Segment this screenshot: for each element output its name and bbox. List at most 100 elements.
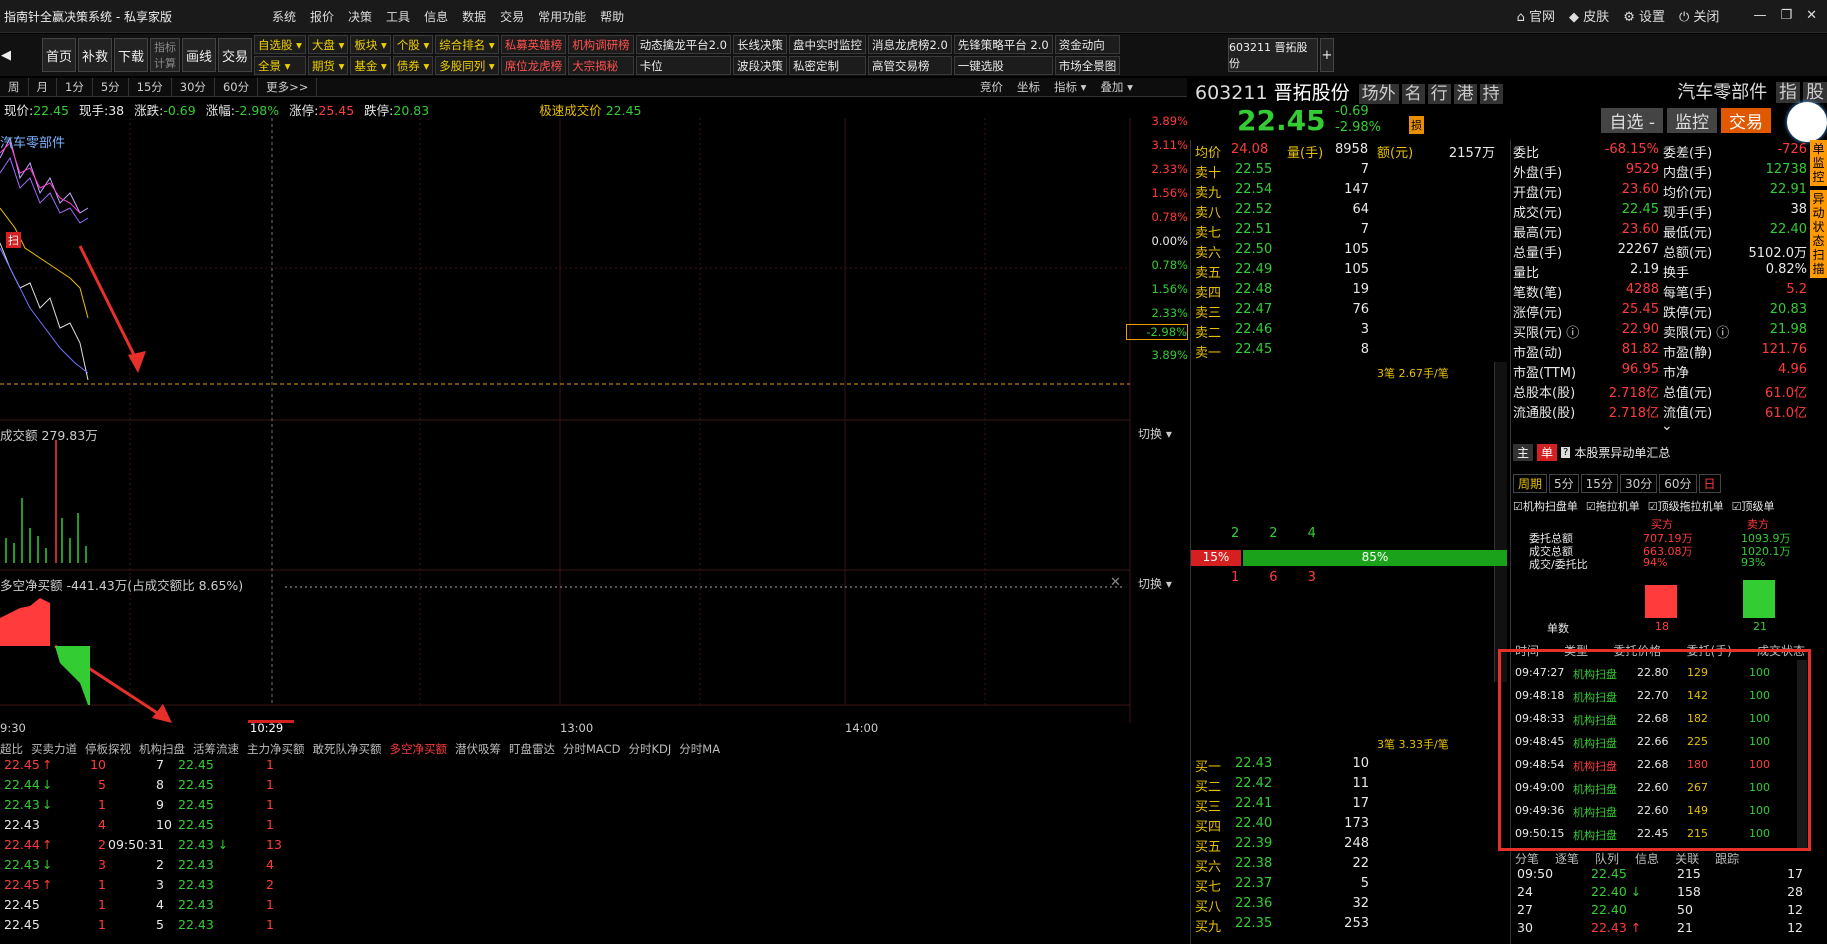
period-0[interactable]: 周 — [0, 78, 29, 96]
menu-item-6[interactable]: 交易 — [500, 8, 524, 25]
trade-button[interactable]: 交易 — [218, 38, 252, 72]
indicator-tab-4[interactable]: 活筹流速 — [193, 741, 239, 757]
indicator-tab-10[interactable]: 分时MACD — [563, 741, 620, 757]
toolbar-bottom-5[interactable]: 席位龙虎榜 — [500, 56, 567, 75]
checkbox-icon[interactable]: ☑ — [1648, 500, 1658, 513]
menu-item-5[interactable]: 数据 — [462, 8, 486, 25]
filter-check-1[interactable]: ☑拖拉机单 — [1586, 498, 1640, 514]
settings-button[interactable]: ⚙ 设置 — [1623, 6, 1665, 25]
indicator-tab-9[interactable]: 盯盘雷达 — [509, 741, 555, 757]
indicator-tab-0[interactable]: 超比 — [0, 741, 23, 757]
menu-item-2[interactable]: 决策 — [348, 8, 372, 25]
indicator-tab-3[interactable]: 机构扫盘 — [139, 741, 185, 757]
checkbox-icon[interactable]: ☑ — [1586, 500, 1596, 513]
indicator-tab-7[interactable]: 多空净买额 — [390, 741, 448, 757]
indicator-tab-2[interactable]: 停板探视 — [85, 741, 131, 757]
tick-tab-3[interactable]: 信息 — [1635, 850, 1659, 867]
toolbar-bottom-9[interactable]: 私密定制 — [788, 56, 866, 75]
indicator-tab-11[interactable]: 分时KDJ — [628, 741, 671, 757]
chart-option-1[interactable]: 坐标 — [1017, 78, 1040, 96]
anomaly-period-2[interactable]: 15分 — [1580, 474, 1618, 493]
indicator-tab-6[interactable]: 敢死队净买额 — [313, 741, 382, 757]
checkbox-icon[interactable]: ☑ — [1732, 500, 1742, 513]
period-6[interactable]: 60分 — [215, 78, 259, 96]
remedy-button[interactable]: 补救 — [78, 38, 112, 72]
anomaly-period-5[interactable]: 日 — [1698, 474, 1721, 493]
toolbar-top-7[interactable]: 动态擒龙平台2.0 — [635, 35, 731, 54]
trade-action-button[interactable]: 交易 — [1721, 108, 1771, 133]
filter-check-2[interactable]: ☑顶级拖拉机单 — [1648, 498, 1724, 514]
home-button[interactable]: 首页 — [42, 38, 76, 72]
anomaly-period-4[interactable]: 60分 — [1659, 474, 1697, 493]
toolbar-top-6[interactable]: 机构调研榜 — [568, 35, 634, 54]
menu-item-8[interactable]: 帮助 — [600, 8, 624, 25]
orderbook-scrollbar[interactable] — [1494, 362, 1507, 682]
stock-tag-1[interactable]: 名 — [1401, 84, 1425, 104]
toolbar-bottom-2[interactable]: 基金 ▾ — [350, 56, 391, 75]
chart-option-2[interactable]: 指标 ▾ — [1054, 78, 1086, 96]
minimize-icon[interactable]: — — [1753, 8, 1766, 23]
period-7[interactable]: 更多>> — [258, 78, 318, 96]
close-app-button[interactable]: ⏻ 关闭 — [1679, 6, 1719, 25]
tick-tab-5[interactable]: 跟踪 — [1715, 850, 1739, 867]
toolbar-top-0[interactable]: 自选股 ▾ — [254, 35, 306, 54]
monitor-button[interactable]: 监控 — [1667, 108, 1717, 133]
toolbar-top-1[interactable]: 大盘 ▾ — [307, 35, 349, 54]
toolbar-bottom-0[interactable]: 全景 ▾ — [254, 56, 306, 75]
tab-single[interactable]: 单 — [1537, 444, 1558, 461]
tick-tab-1[interactable]: 逐笔 — [1555, 850, 1579, 867]
chart-option-3[interactable]: 叠加 ▾ — [1100, 78, 1132, 96]
stock-tab[interactable]: 603211 晋拓股份 — [1228, 38, 1318, 72]
toolbar-top-11[interactable]: 先锋策略平台 2.0 — [953, 35, 1053, 54]
period-3[interactable]: 5分 — [93, 78, 129, 96]
toolbar-top-12[interactable]: 资金动向 — [1054, 35, 1121, 54]
toolbar-top-10[interactable]: 消息龙虎榜2.0 — [867, 35, 952, 54]
side-tab-0[interactable]: 单 监 控 — [1810, 140, 1827, 186]
tab-main[interactable]: 主 — [1513, 444, 1534, 461]
prev-arrow-icon[interactable]: ◀ — [0, 38, 12, 72]
toolbar-bottom-1[interactable]: 期货 ▾ — [307, 56, 349, 75]
period-1[interactable]: 月 — [29, 78, 57, 96]
indicator-calc-button[interactable]: 指标 计算 — [150, 38, 180, 72]
toolbar-bottom-6[interactable]: 大宗揭秘 — [568, 56, 634, 75]
skin-button[interactable]: ◆ 皮肤 — [1569, 6, 1609, 25]
restore-icon[interactable]: ❐ — [1780, 8, 1792, 23]
sector-tag-1[interactable]: 股 — [1803, 82, 1827, 103]
menu-item-4[interactable]: 信息 — [424, 8, 448, 25]
side-tab-1[interactable]: 异 动 状 态 扫 描 — [1810, 190, 1827, 278]
toolbar-top-9[interactable]: 盘中实时监控 — [788, 35, 866, 54]
anomaly-period-3[interactable]: 30分 — [1619, 474, 1658, 493]
checkbox-icon[interactable]: ☑ — [1513, 500, 1523, 513]
stock-tag-4[interactable]: 持 — [1479, 84, 1503, 104]
toolbar-bottom-3[interactable]: 债券 ▾ — [392, 56, 434, 75]
tick-tab-2[interactable]: 队列 — [1595, 850, 1619, 867]
toolbar-top-3[interactable]: 个股 ▾ — [392, 35, 434, 54]
period-2[interactable]: 1分 — [57, 78, 93, 96]
period-4[interactable]: 15分 — [129, 78, 172, 96]
menu-item-3[interactable]: 工具 — [386, 8, 410, 25]
menu-item-1[interactable]: 报价 — [310, 8, 334, 25]
anomaly-period-1[interactable]: 5分 — [1549, 474, 1579, 493]
toolbar-top-4[interactable]: 综合排名 ▾ — [435, 35, 499, 54]
add-tab-icon[interactable]: + — [1320, 38, 1334, 72]
anomaly-period-0[interactable]: 周期 — [1513, 474, 1548, 493]
expand-icon[interactable]: ⌄ — [1661, 418, 1673, 434]
toolbar-top-5[interactable]: 私募英雄榜 — [500, 35, 567, 54]
chart-option-0[interactable]: 竞价 — [980, 78, 1003, 96]
toolbar-top-8[interactable]: 长线决策 — [732, 35, 787, 54]
filter-check-3[interactable]: ☑顶级单 — [1732, 498, 1775, 514]
close-panel-icon[interactable]: ✕ — [1110, 575, 1121, 590]
tick-tab-4[interactable]: 关联 — [1675, 850, 1699, 867]
stock-tag-2[interactable]: 行 — [1427, 84, 1451, 104]
indicator-tab-1[interactable]: 买卖力道 — [31, 741, 77, 757]
toolbar-bottom-8[interactable]: 波段决策 — [732, 56, 787, 75]
intraday-chart[interactable]: 汽车零部件 扫 3.89% 3.11% 2.33% 1.56% 0.78% 0.00% 0.… — [0, 114, 1190, 735]
watchlist-button[interactable]: 自选 - — [1601, 108, 1663, 133]
switch-volume[interactable]: 切换 ▾ — [1138, 425, 1172, 442]
assistant-avatar[interactable] — [1787, 102, 1827, 142]
tick-tab-0[interactable]: 分笔 — [1515, 850, 1539, 867]
menu-item-7[interactable]: 常用功能 — [538, 8, 586, 25]
sector-name[interactable]: 汽车零部件 — [1677, 82, 1767, 103]
indicator-tab-5[interactable]: 主力净买额 — [247, 741, 305, 757]
home-link[interactable]: ⌂ 官网 — [1517, 6, 1555, 25]
